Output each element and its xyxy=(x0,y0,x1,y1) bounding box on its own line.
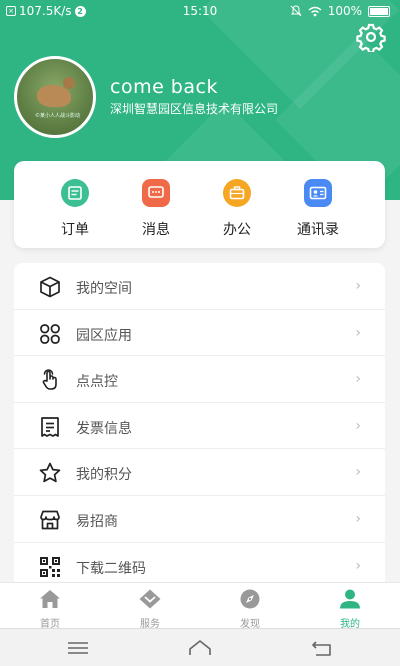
menu-item-invoice[interactable]: 发票信息 › xyxy=(14,403,385,450)
user-icon xyxy=(340,589,360,609)
quick-action-office[interactable]: 办公 xyxy=(197,179,277,239)
store-icon xyxy=(40,510,60,530)
menu-item-points[interactable]: 我的积分 › xyxy=(14,449,385,496)
cube-icon xyxy=(40,276,60,298)
tab-discover[interactable]: 发现 xyxy=(210,589,290,630)
star-icon xyxy=(39,463,61,483)
chevron-right-icon: › xyxy=(355,510,361,527)
menu-item-my-space[interactable]: 我的空间 › xyxy=(14,263,385,310)
chevron-right-icon: › xyxy=(355,278,361,294)
menu-item-park-apps[interactable]: 园区应用 › xyxy=(14,310,385,357)
invoice-icon xyxy=(41,416,59,437)
avatar[interactable]: ©某小人人战斗影动 xyxy=(14,56,96,138)
back-icon[interactable] xyxy=(310,638,334,658)
chevron-right-icon: › xyxy=(355,464,361,481)
wifi-icon xyxy=(308,6,322,16)
hand-pointer-icon xyxy=(42,369,57,390)
menu-list: 我的空间 › 园区应用 › 点点控 › 发票信息 › 我的积分 › 易招商 › … xyxy=(14,263,385,590)
menu-icon[interactable] xyxy=(66,638,90,658)
avatar-watermark: ©某小人人战斗影动 xyxy=(35,113,81,119)
menu-item-label: 我的积分 xyxy=(76,467,132,484)
chevron-right-icon: › xyxy=(355,324,361,341)
message-icon xyxy=(142,179,170,207)
menu-item-label: 易招商 xyxy=(76,513,118,530)
company-name: 深圳智慧园区信息技术有限公司 xyxy=(110,102,279,116)
contacts-icon xyxy=(304,179,332,207)
battery-percent: 100% xyxy=(327,4,362,18)
menu-item-label: 点点控 xyxy=(76,374,118,391)
quick-action-label: 办公 xyxy=(223,222,251,238)
home-button-icon[interactable] xyxy=(188,638,212,658)
order-icon xyxy=(61,179,89,207)
quick-action-contacts[interactable]: 通讯录 xyxy=(278,179,358,239)
mute-icon xyxy=(290,5,302,17)
greeting-text: come back xyxy=(110,76,218,98)
battery-icon xyxy=(368,5,390,17)
quick-action-order[interactable]: 订单 xyxy=(35,179,115,239)
chevron-right-icon: › xyxy=(355,417,361,434)
chevron-right-icon: › xyxy=(355,371,361,388)
status-bar: × 107.5K/s 2 15:10 100% xyxy=(0,0,400,22)
tab-mine[interactable]: 我的 xyxy=(310,589,390,630)
briefcase-icon xyxy=(223,179,251,207)
quick-action-label: 订单 xyxy=(61,222,89,238)
service-icon xyxy=(139,589,161,609)
menu-item-tap-control[interactable]: 点点控 › xyxy=(14,356,385,403)
avatar-photo xyxy=(37,77,75,107)
chevron-right-icon: › xyxy=(355,557,361,574)
menu-item-investment[interactable]: 易招商 › xyxy=(14,496,385,543)
menu-item-label: 发票信息 xyxy=(76,420,132,437)
settings-gear-icon[interactable] xyxy=(356,22,386,52)
quick-action-label: 通讯录 xyxy=(297,222,339,238)
qrcode-icon xyxy=(40,556,60,577)
compass-icon xyxy=(240,589,260,609)
menu-item-label: 园区应用 xyxy=(76,327,132,344)
quick-action-label: 消息 xyxy=(142,222,170,238)
quick-actions-card: 订单 消息 办公 通讯录 xyxy=(14,161,385,248)
system-nav-bar xyxy=(0,628,400,666)
bottom-tab-bar: 首页 服务 发现 我的 xyxy=(0,582,400,630)
tab-service[interactable]: 服务 xyxy=(110,589,190,630)
home-icon xyxy=(40,590,60,608)
tab-home[interactable]: 首页 xyxy=(10,589,90,630)
menu-item-label: 下载二维码 xyxy=(76,560,146,577)
quick-action-message[interactable]: 消息 xyxy=(116,179,196,239)
apps-icon xyxy=(40,323,60,344)
menu-item-label: 我的空间 xyxy=(76,281,132,297)
